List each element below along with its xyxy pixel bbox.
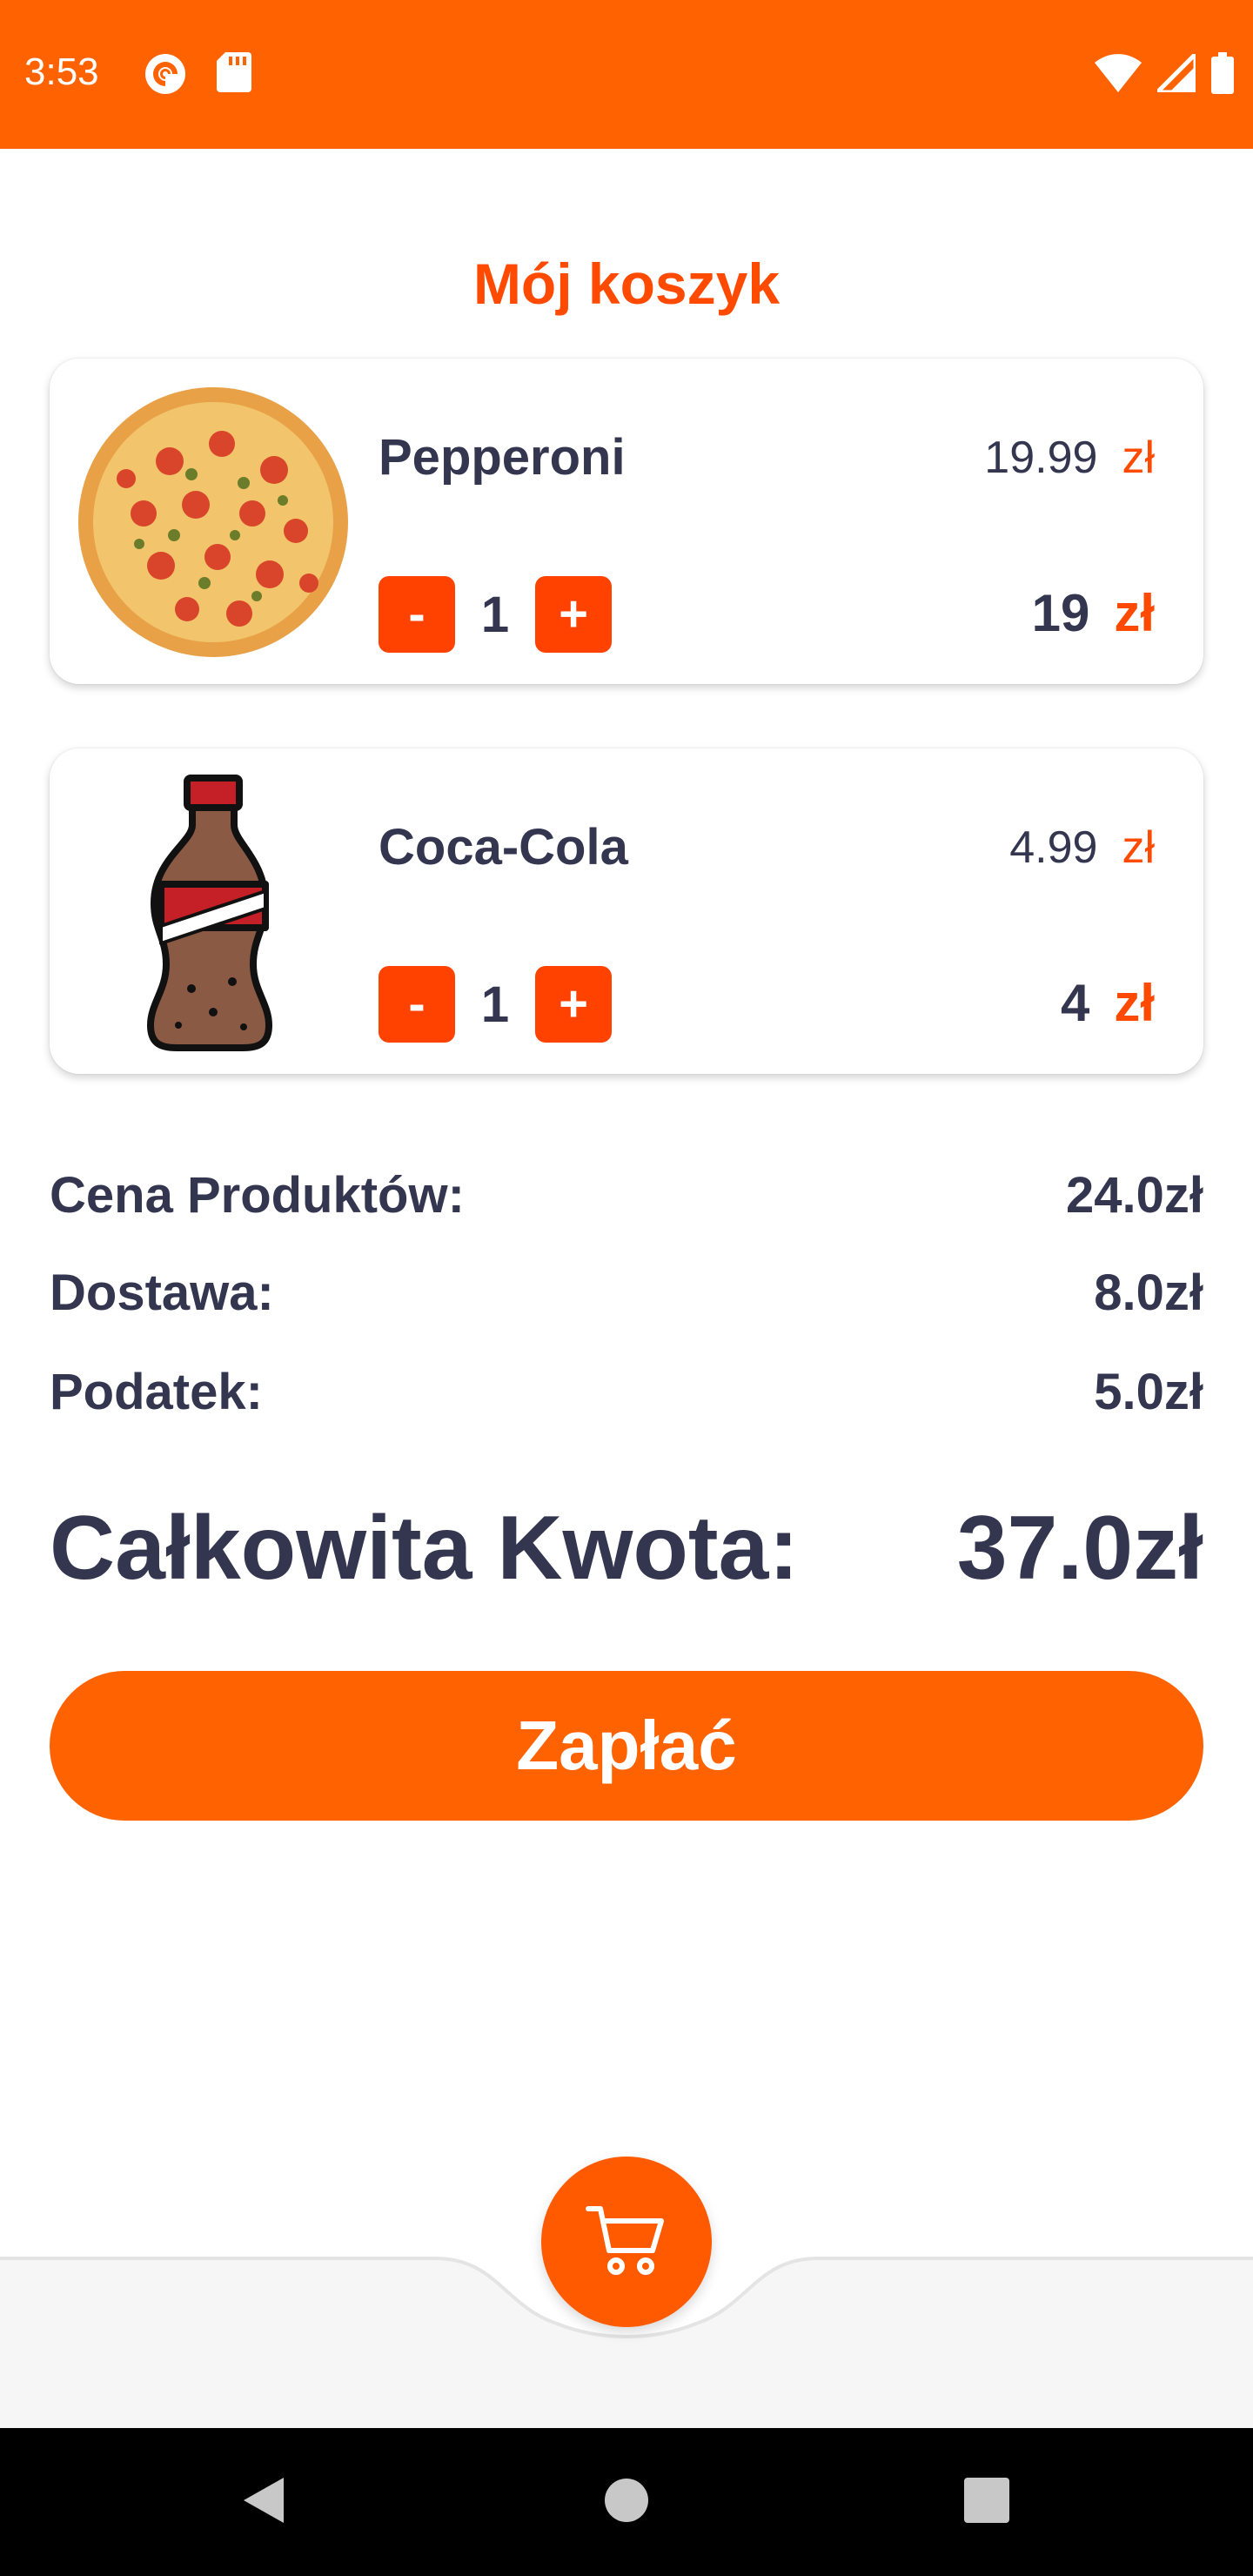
back-icon <box>238 2476 287 2529</box>
delivery-label: Dostawa: <box>50 1265 274 1321</box>
pizza-image <box>74 383 352 661</box>
sd-card-icon <box>217 52 251 100</box>
currency-label: zł <box>1114 974 1155 1032</box>
cart-fab-button[interactable] <box>541 2157 712 2327</box>
products-label: Cena Produktów: <box>50 1167 465 1224</box>
recents-icon <box>962 2476 1011 2529</box>
unit-price-value: 4.99 <box>1009 822 1098 873</box>
increase-quantity-button[interactable]: + <box>535 966 612 1043</box>
item-name: Coca-Cola <box>379 819 628 875</box>
total-row: Całkowita Kwota: 37.0zł <box>50 1497 1203 1600</box>
pay-button[interactable]: Zapłać <box>50 1671 1203 1821</box>
summary-tax-row: Podatek: 5.0zł <box>50 1363 1203 1421</box>
line-total-value: 19 <box>1031 584 1090 642</box>
recents-button[interactable] <box>926 2428 1048 2576</box>
pocket-casts-icon <box>144 52 187 100</box>
line-total-value: 4 <box>1060 974 1090 1032</box>
battery-icon <box>1211 52 1234 98</box>
tax-value: 5.0zł <box>1094 1364 1203 1420</box>
cart-icon <box>583 2197 670 2288</box>
home-icon <box>602 2476 651 2529</box>
summary-delivery-row: Dostawa: 8.0zł <box>50 1264 1203 1322</box>
delivery-value: 8.0zł <box>1094 1265 1203 1321</box>
signal-icon <box>1151 48 1198 97</box>
item-line-total: 4 zł <box>1061 973 1155 1033</box>
cart-item-card: Coca-Cola 4.99 zł - 1 + 4 zł <box>50 748 1203 1074</box>
wifi-icon <box>1095 54 1142 97</box>
total-label: Całkowita Kwota: <box>50 1498 799 1599</box>
quantity-stepper: - 1 + <box>379 576 612 653</box>
tax-label: Podatek: <box>50 1364 263 1420</box>
products-value: 24.0zł <box>1066 1167 1203 1224</box>
currency-label: zł <box>1122 433 1155 483</box>
summary-products-row: Cena Produktów: 24.0zł <box>50 1166 1203 1224</box>
page-title: Mój koszyk <box>472 252 781 316</box>
currency-label: zł <box>1114 584 1155 642</box>
increase-quantity-button[interactable]: + <box>535 576 612 653</box>
status-time: 3:53 <box>24 50 99 93</box>
item-name: Pepperoni <box>379 429 626 486</box>
quantity-value: 1 <box>480 976 510 1033</box>
quantity-stepper: - 1 + <box>379 966 612 1043</box>
system-navigation-bar <box>0 2428 1253 2576</box>
item-unit-price: 4.99 zł <box>1009 822 1155 874</box>
back-button[interactable] <box>202 2428 324 2576</box>
currency-label: zł <box>1122 822 1155 873</box>
cola-bottle-image <box>74 773 352 1051</box>
unit-price-value: 19.99 <box>984 433 1098 483</box>
home-button[interactable] <box>566 2428 687 2576</box>
cart-item-card: Pepperoni 19.99 zł - 1 + 19 zł <box>50 359 1203 684</box>
item-unit-price: 19.99 zł <box>984 432 1155 484</box>
item-line-total: 19 zł <box>1032 583 1155 643</box>
quantity-value: 1 <box>480 586 510 643</box>
status-bar: 3:53 <box>0 0 1253 149</box>
decrease-quantity-button[interactable]: - <box>379 966 455 1043</box>
total-value: 37.0zł <box>956 1498 1203 1599</box>
decrease-quantity-button[interactable]: - <box>379 576 455 653</box>
